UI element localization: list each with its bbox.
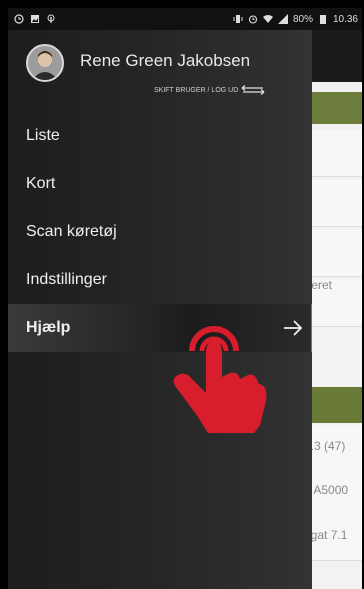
menu-item-label: Kort — [26, 175, 56, 192]
device-frame: 80% 10.36 treret 5.3 (47) 5 A5000 ugat 7… — [0, 0, 364, 589]
menu-item-scan-koretoj[interactable]: Scan køretøj — [8, 208, 312, 256]
signal-icon — [277, 14, 288, 24]
avatar — [26, 44, 64, 82]
phone-screen: 80% 10.36 treret 5.3 (47) 5 A5000 ugat 7… — [8, 8, 362, 589]
menu-item-label: Scan køretøj — [26, 223, 117, 240]
clock: 10.36 — [332, 13, 358, 25]
battery-text: 80% — [292, 13, 313, 25]
swap-arrows-icon — [241, 85, 265, 95]
vibrate-icon — [233, 14, 243, 24]
image-icon — [30, 14, 40, 24]
switch-user-link[interactable]: SKIFT BRUGER / LOG UD — [154, 85, 265, 95]
user-name: Rene Green Jakobsen — [80, 51, 251, 70]
drawer-header: Rene Green Jakobsen SKIFT BRUGER / LOG U… — [8, 30, 312, 106]
switch-user-label: SKIFT BRUGER / LOG UD — [154, 86, 239, 94]
status-bar: 80% 10.36 — [8, 8, 362, 30]
arrow-right-icon — [281, 316, 305, 340]
alarm-icon — [248, 14, 258, 24]
menu-item-label: Liste — [26, 127, 60, 144]
tap-hand-icon — [158, 293, 268, 438]
battery-icon — [318, 14, 328, 24]
menu-item-label: Hjælp — [26, 319, 71, 336]
menu-item-kort[interactable]: Kort — [8, 160, 312, 208]
podcast-icon — [46, 14, 56, 24]
menu-item-liste[interactable]: Liste — [8, 112, 312, 160]
menu-item-label: Indstillinger — [26, 271, 107, 288]
wifi-icon — [262, 14, 273, 24]
notification-icon — [14, 14, 24, 24]
